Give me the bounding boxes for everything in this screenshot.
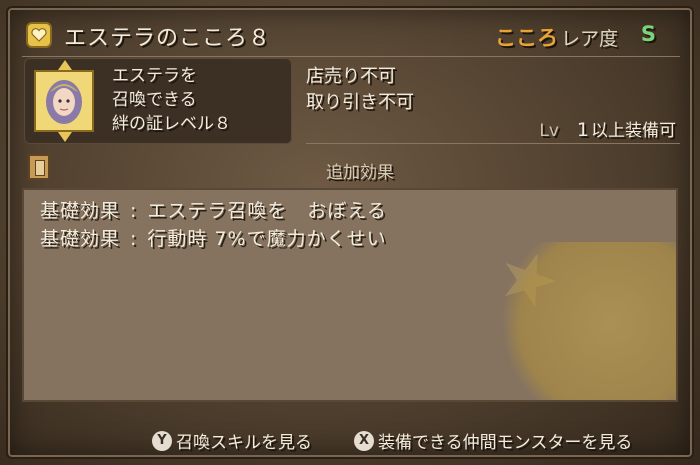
equippable-monsters-hint[interactable]: X 装備できる仲間モンスターを見る — [354, 428, 632, 453]
item-name: エステラのこころ８ — [64, 26, 272, 51]
footer-hints: Y 召喚スキルを見る X 装備できる仲間モンスターを見る — [0, 428, 700, 453]
effect-text: 行動時 7%で魔力かくせい — [147, 228, 387, 250]
level-value: 1 — [576, 119, 589, 141]
effect-label: 基礎効果 — [40, 228, 121, 250]
title-divider — [22, 56, 680, 57]
effect-line: 基礎効果: 行動時 7%で魔力かくせい — [40, 228, 387, 250]
portrait-down-arrow-icon — [58, 132, 72, 142]
summon-skill-label: 召喚スキルを見る — [176, 433, 312, 453]
rarity-value: S — [640, 22, 656, 46]
heart-icon — [28, 24, 50, 46]
level-suffix: 以上装備可 — [591, 121, 676, 141]
rarity-label: レア度 — [560, 28, 618, 50]
kokoro-label: こころ — [495, 26, 558, 50]
effect-label: 基礎効果 — [40, 200, 121, 222]
portrait — [34, 70, 94, 132]
effects-panel: 基礎効果: エステラ召喚を おぼえる 基礎効果: 行動時 7%で魔力かくせい — [22, 188, 678, 402]
portrait-card: エステラを 召喚できる 絆の証レベル８ — [24, 58, 292, 144]
portrait-line-1: エステラを — [112, 66, 197, 86]
y-button-icon[interactable]: Y — [152, 430, 172, 451]
summon-skill-hint[interactable]: Y 召喚スキルを見る — [152, 428, 312, 453]
equippable-monsters-label: 装備できる仲間モンスターを見る — [378, 433, 633, 453]
trade-restriction: 取り引き不可 — [306, 92, 414, 113]
title-row: エステラのこころ８ こころ レア度 S — [22, 18, 680, 54]
effect-text: エステラ召喚を おぼえる — [147, 200, 387, 222]
mid-divider — [306, 143, 680, 144]
effects-header-label: 追加効果 — [326, 163, 394, 183]
level-label: Lv — [539, 121, 559, 141]
portrait-line-3: 絆の証レベル８ — [112, 114, 231, 134]
effect-line: 基礎効果: エステラ召喚を おぼえる — [40, 200, 387, 222]
portrait-up-arrow-icon — [58, 60, 72, 70]
monster-watermark — [496, 242, 676, 400]
x-button-icon[interactable]: X — [354, 430, 374, 451]
level-requirement: Lv 1 以上装備可 — [539, 116, 676, 141]
sell-restriction: 店売り不可 — [306, 66, 396, 87]
effects-header: 追加効果 — [0, 158, 700, 183]
portrait-description: エステラを 召喚できる 絆の証レベル８ — [112, 64, 231, 136]
portrait-line-2: 召喚できる — [112, 90, 197, 110]
